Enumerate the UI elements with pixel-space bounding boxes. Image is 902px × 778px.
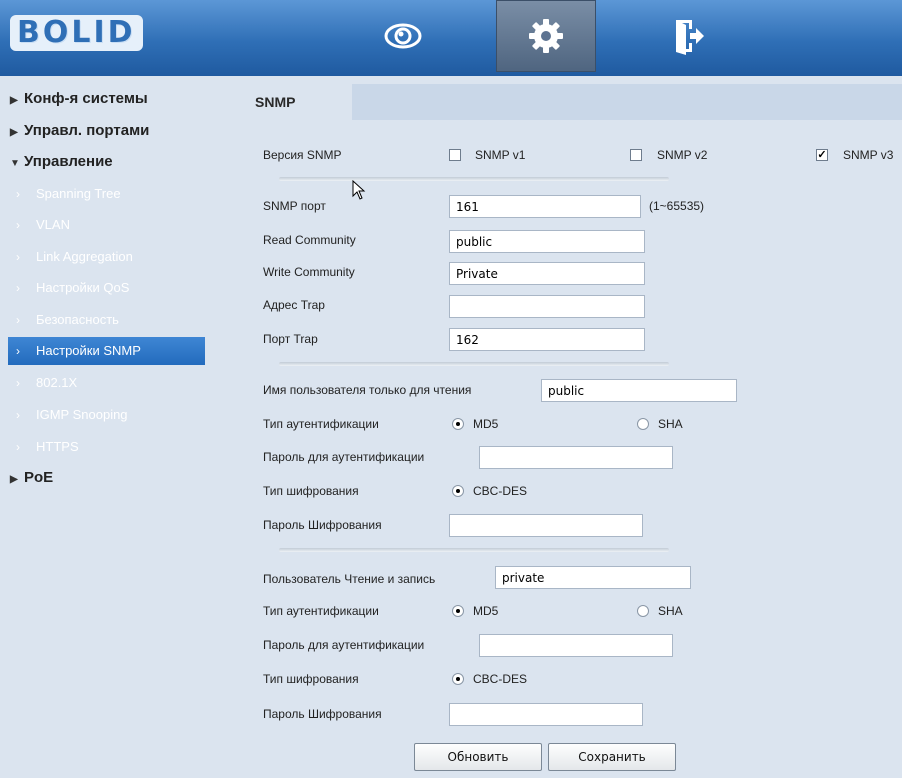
readwrite-user-label: Пользователь Чтение и запись — [263, 572, 436, 586]
sidebar-section-system-config[interactable]: ▶ Конф-я системы — [10, 88, 148, 110]
readonly-user-label: Имя пользователя только для чтения — [263, 383, 472, 397]
trap-port-label: Порт Trap — [263, 332, 318, 346]
snmp-v2-checkbox[interactable] — [630, 149, 642, 161]
readonly-enc-cbcdes-label: CBC-DES — [473, 484, 528, 498]
separator — [279, 177, 669, 181]
readwrite-auth-sha-radio[interactable] — [637, 605, 649, 617]
mouse-cursor-icon — [352, 180, 366, 200]
chevron-right-icon: › — [16, 376, 20, 390]
snmp-v2-label: SNMP v2 — [657, 148, 708, 162]
triangle-right-icon: ▶ — [10, 127, 18, 138]
trap-address-input[interactable] — [449, 295, 645, 318]
sidebar-item-https[interactable]: › HTTPS — [16, 433, 205, 461]
snmp-v1-checkbox[interactable] — [449, 149, 461, 161]
readonly-auth-sha-radio[interactable] — [637, 418, 649, 430]
triangle-down-icon: ▼ — [10, 158, 20, 169]
chevron-right-icon: › — [16, 218, 20, 232]
sidebar-section-port-management[interactable]: ▶ Управл. портами — [10, 120, 149, 142]
snmp-settings-panel: Версия SNMP SNMP v1 SNMP v2 ✓ SNMP v3 SN… — [205, 120, 902, 778]
readonly-auth-md5-label: MD5 — [473, 417, 499, 431]
readonly-auth-password-input[interactable] — [479, 446, 673, 469]
readwrite-enc-password-label: Пароль Шифрования — [263, 707, 382, 721]
separator — [279, 362, 669, 366]
sidebar: ▶ Конф-я системы ▶ Управл. портами ▼ Управл… — [0, 76, 205, 778]
sidebar-item-snmp[interactable]: › Настройки SNMP — [8, 337, 205, 365]
snmp-port-range: (1~65535) — [649, 199, 705, 213]
snmp-port-input[interactable] — [449, 195, 641, 218]
readwrite-enc-cbcdes-radio[interactable] — [452, 673, 464, 685]
chevron-right-icon: › — [16, 313, 20, 327]
readonly-auth-sha-label: SHA — [658, 417, 683, 431]
sidebar-section-management[interactable]: ▼ Управление — [10, 151, 113, 173]
tab-snmp[interactable]: SNMP — [205, 84, 352, 120]
chevron-right-icon: › — [16, 344, 20, 358]
read-community-input[interactable] — [449, 230, 645, 253]
main-content: SNMP Версия SNMP SNMP v1 SNMP v2 ✓ SNMP … — [205, 76, 902, 778]
chevron-right-icon: › — [16, 187, 20, 201]
readwrite-auth-md5-radio[interactable] — [452, 605, 464, 617]
readonly-auth-md5-radio[interactable] — [452, 418, 464, 430]
gear-icon[interactable] — [496, 0, 596, 72]
sidebar-item-security[interactable]: › Безопасность — [16, 306, 205, 334]
read-community-label: Read Community — [263, 233, 356, 247]
eye-icon[interactable] — [370, 0, 436, 72]
readonly-user-input[interactable] — [541, 379, 737, 402]
write-community-label: Write Community — [263, 265, 355, 279]
readwrite-auth-password-input[interactable] — [479, 634, 673, 657]
sidebar-item-vlan[interactable]: › VLAN — [16, 211, 205, 239]
readwrite-enc-password-input[interactable] — [449, 703, 643, 726]
exit-icon[interactable] — [664, 0, 714, 72]
readonly-enc-password-label: Пароль Шифрования — [263, 518, 382, 532]
readonly-enc-type-label: Тип шифрования — [263, 484, 359, 498]
sidebar-item-link-aggregation[interactable]: › Link Aggregation — [16, 243, 205, 271]
chevron-right-icon: › — [16, 250, 20, 264]
readonly-enc-cbcdes-radio[interactable] — [452, 485, 464, 497]
sidebar-item-spanning-tree[interactable]: › Spanning Tree — [16, 180, 205, 208]
snmp-port-label: SNMP порт — [263, 199, 326, 213]
sidebar-section-poe[interactable]: ▶ PoE — [10, 467, 53, 489]
readonly-auth-type-label: Тип аутентификации — [263, 417, 379, 431]
snmp-v1-label: SNMP v1 — [475, 148, 526, 162]
readwrite-auth-md5-label: MD5 — [473, 604, 499, 618]
readwrite-auth-type-label: Тип аутентификации — [263, 604, 379, 618]
trap-address-label: Адрес Trap — [263, 298, 325, 312]
separator — [279, 548, 669, 552]
triangle-right-icon: ▶ — [10, 474, 18, 485]
sidebar-item-8021x[interactable]: › 802.1X — [16, 369, 205, 397]
snmp-version-label: Версия SNMP — [263, 148, 342, 162]
snmp-v3-label: SNMP v3 — [843, 148, 894, 162]
readwrite-auth-password-label: Пароль для аутентификации — [263, 638, 425, 652]
readwrite-enc-type-label: Тип шифрования — [263, 672, 359, 686]
snmp-v3-checkbox[interactable]: ✓ — [816, 149, 828, 161]
bolid-logo: BOLID — [10, 15, 143, 51]
sidebar-item-igmp-snooping[interactable]: › IGMP Snooping — [16, 401, 205, 429]
tab-bar: SNMP — [205, 84, 902, 120]
chevron-right-icon: › — [16, 281, 20, 295]
trap-port-input[interactable] — [449, 328, 645, 351]
readonly-auth-password-label: Пароль для аутентификации — [263, 450, 425, 464]
sidebar-item-qos[interactable]: › Настройки QoS — [16, 274, 205, 302]
triangle-right-icon: ▶ — [10, 95, 18, 106]
chevron-right-icon: › — [16, 440, 20, 454]
chevron-right-icon: › — [16, 408, 20, 422]
top-bar: BOLID — [0, 0, 902, 76]
write-community-input[interactable] — [449, 262, 645, 285]
readonly-enc-password-input[interactable] — [449, 514, 643, 537]
readwrite-auth-sha-label: SHA — [658, 604, 683, 618]
readwrite-enc-cbcdes-label: CBC-DES — [473, 672, 528, 686]
save-button[interactable]: Сохранить — [548, 743, 676, 771]
readwrite-user-input[interactable] — [495, 566, 691, 589]
refresh-button[interactable]: Обновить — [414, 743, 542, 771]
